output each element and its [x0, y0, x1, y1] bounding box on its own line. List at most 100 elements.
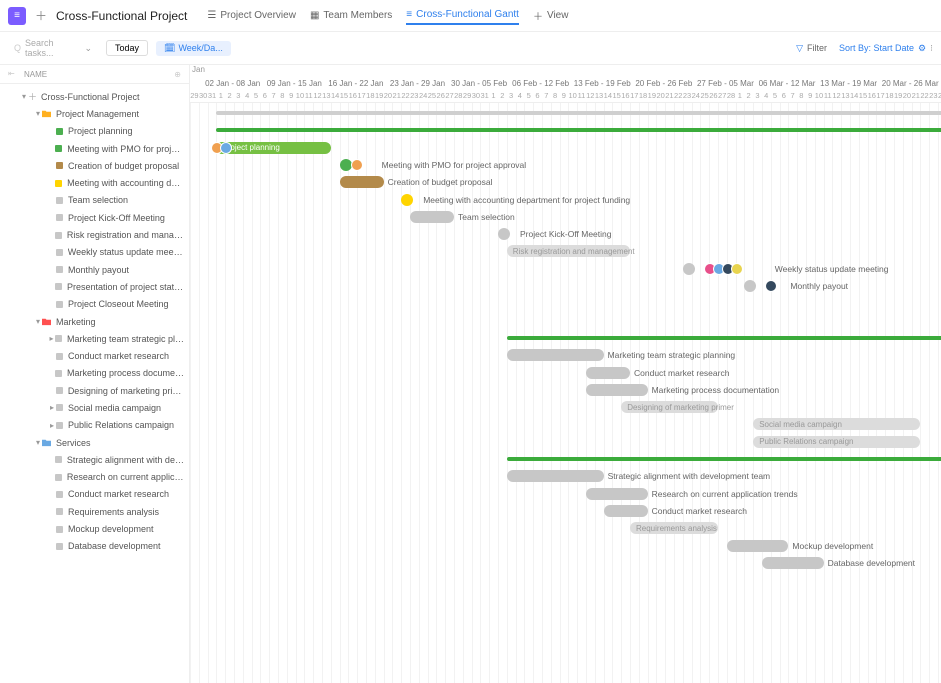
- day-label: 28: [727, 91, 736, 103]
- expand-arrow-icon[interactable]: [34, 317, 42, 326]
- day-label: 4: [762, 91, 771, 103]
- tree-row[interactable]: Marketing team strategic planning: [0, 330, 189, 347]
- task-label: Strategic alignment with development tea…: [608, 471, 771, 481]
- expand-arrow-icon[interactable]: [34, 109, 42, 118]
- task-bar[interactable]: [586, 367, 630, 379]
- task-label: Creation of budget proposal: [388, 177, 493, 187]
- milestone-icon[interactable]: [683, 263, 695, 275]
- add-column-icon[interactable]: ⊕: [174, 70, 181, 79]
- tree-row[interactable]: Project Closeout Meeting: [0, 296, 189, 313]
- tree-row[interactable]: Meeting with PMO for project a...: [0, 140, 189, 157]
- tree-row[interactable]: Conduct market research: [0, 347, 189, 364]
- task-bar[interactable]: Project planning: [216, 142, 330, 154]
- plus-icon: ＋: [533, 8, 543, 23]
- gantt-row: Marketing process documentation: [190, 382, 941, 399]
- task-bar[interactable]: [586, 384, 648, 396]
- day-label: 23: [410, 91, 419, 103]
- tab-members[interactable]: ▦Team Members: [310, 6, 392, 25]
- tree-row[interactable]: Mockup development: [0, 520, 189, 537]
- tree-row[interactable]: Project Kick-Off Meeting: [0, 209, 189, 226]
- gantt-chart[interactable]: Jan 02 Jan - 08 Jan09 Jan - 15 Jan16 Jan…: [190, 65, 941, 683]
- task-bar[interactable]: [604, 505, 648, 517]
- add-icon[interactable]: ＋: [34, 9, 48, 23]
- tree-row[interactable]: Services: [0, 434, 189, 451]
- day-label: 27: [718, 91, 727, 103]
- task-bar[interactable]: Social media campaign: [753, 418, 920, 430]
- summary-bar[interactable]: [216, 111, 941, 115]
- gantt-body[interactable]: Project planningMeeting with PMO for pro…: [190, 103, 941, 683]
- task-bar[interactable]: [340, 176, 384, 188]
- day-label: 16: [867, 91, 876, 103]
- status-icon: [56, 387, 63, 394]
- task-bar[interactable]: Designing of marketing primer: [621, 401, 718, 413]
- tree-row[interactable]: Social media campaign: [0, 399, 189, 416]
- summary-bar[interactable]: [507, 457, 941, 461]
- tree-row[interactable]: Creation of budget proposal: [0, 157, 189, 174]
- summary-bar[interactable]: [507, 336, 941, 340]
- day-label: 14: [850, 91, 859, 103]
- milestone-icon[interactable]: [498, 228, 510, 240]
- expand-arrow-icon[interactable]: [48, 403, 56, 412]
- expand-arrow-icon[interactable]: [48, 421, 56, 430]
- today-button[interactable]: Today: [106, 40, 148, 56]
- tree-row[interactable]: Designing of marketing primer: [0, 382, 189, 399]
- task-bar[interactable]: [410, 211, 454, 223]
- gantt-row: [190, 105, 941, 122]
- filter-button[interactable]: ▽ Filter: [796, 43, 827, 54]
- task-bar[interactable]: Risk registration and management: [507, 245, 630, 257]
- tab-add-view[interactable]: ＋View: [533, 6, 569, 25]
- expand-arrow-icon[interactable]: [20, 92, 28, 101]
- tab-gantt[interactable]: ≡Cross-Functional Gantt: [406, 6, 519, 25]
- tree-row[interactable]: Project Management: [0, 105, 189, 122]
- task-label: Designing of marketing primer: [68, 386, 185, 396]
- sort-button[interactable]: Sort By: Start Date ⚙ ⁝: [839, 43, 933, 54]
- day-label: 30: [199, 91, 208, 103]
- tree-row[interactable]: Marketing: [0, 313, 189, 330]
- task-bar[interactable]: Public Relations campaign: [753, 436, 920, 448]
- search-input[interactable]: Q Search tasks... ⌄: [8, 36, 98, 60]
- day-label: 14: [603, 91, 612, 103]
- expand-arrow-icon[interactable]: [34, 438, 42, 447]
- tree-row[interactable]: Conduct market research: [0, 486, 189, 503]
- task-label: Database development: [68, 541, 161, 551]
- milestone-icon[interactable]: [401, 194, 413, 206]
- tree-row[interactable]: Team selection: [0, 192, 189, 209]
- tree-row[interactable]: Project planning: [0, 123, 189, 140]
- milestone-icon[interactable]: [744, 280, 756, 292]
- tree-row[interactable]: Monthly payout: [0, 261, 189, 278]
- task-label: Conduct market research: [634, 368, 729, 378]
- tab-overview[interactable]: ☰Project Overview: [207, 6, 296, 25]
- tree-row[interactable]: Meeting with accounting depart...: [0, 174, 189, 191]
- app-header: ≡ ＋ Cross-Functional Project ☰Project Ov…: [0, 0, 941, 32]
- summary-bar[interactable]: [216, 128, 941, 132]
- task-bar[interactable]: [507, 470, 604, 482]
- tree-row[interactable]: Weekly status update meeting: [0, 244, 189, 261]
- task-bar[interactable]: [762, 557, 824, 569]
- task-label: Services: [56, 438, 91, 448]
- status-icon: [55, 370, 62, 377]
- avatar: [220, 142, 232, 154]
- task-label: Marketing process documentation: [67, 368, 185, 378]
- milestone-icon[interactable]: [340, 159, 352, 171]
- tree-row[interactable]: Strategic alignment with develop...: [0, 451, 189, 468]
- task-label: Team selection: [458, 212, 515, 222]
- task-label: Database development: [828, 558, 915, 568]
- tree-row[interactable]: Public Relations campaign: [0, 417, 189, 434]
- task-bar[interactable]: Requirements analysis: [630, 522, 718, 534]
- tree-row[interactable]: ＋Cross-Functional Project: [0, 88, 189, 105]
- tree-row[interactable]: Research on current application ...: [0, 469, 189, 486]
- tree-row[interactable]: Requirements analysis: [0, 503, 189, 520]
- collapse-icon[interactable]: ⇤: [8, 69, 18, 79]
- task-bar[interactable]: [727, 540, 789, 552]
- scale-selector[interactable]: 🗓 Week/Da...: [156, 41, 231, 56]
- status-icon: [55, 335, 62, 342]
- app-logo[interactable]: ≡: [8, 7, 26, 25]
- tree-row[interactable]: Risk registration and management: [0, 226, 189, 243]
- task-bar[interactable]: [507, 349, 604, 361]
- gantt-row: [190, 122, 941, 139]
- task-bar[interactable]: [586, 488, 648, 500]
- tree-row[interactable]: Presentation of project status re...: [0, 278, 189, 295]
- tree-row[interactable]: Marketing process documentation: [0, 365, 189, 382]
- expand-arrow-icon[interactable]: [48, 334, 55, 343]
- tree-row[interactable]: Database development: [0, 538, 189, 555]
